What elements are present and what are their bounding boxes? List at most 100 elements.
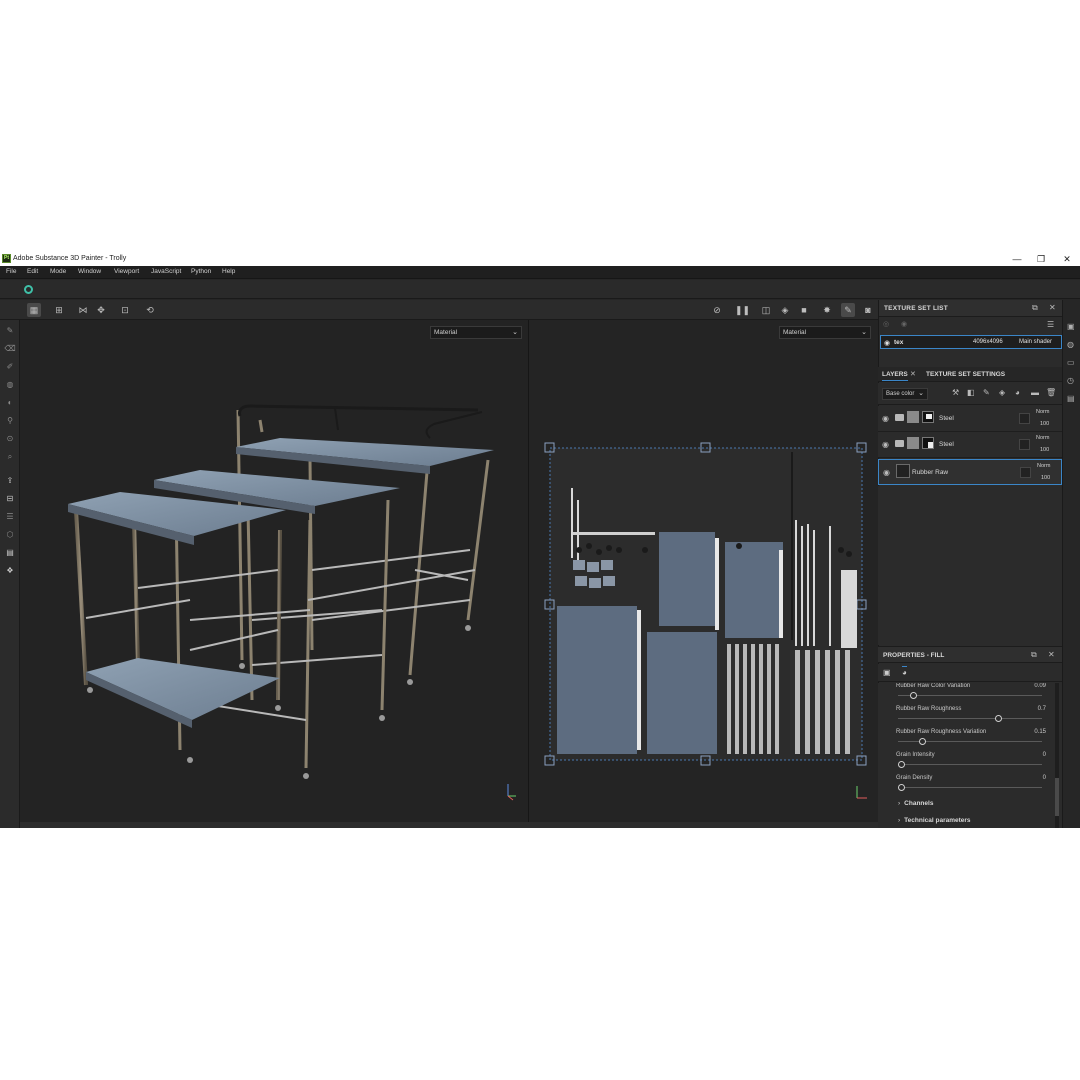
paint-brush-icon[interactable]: ✎ — [841, 303, 855, 317]
menu-edit[interactable]: Edit — [27, 268, 38, 275]
viewport-3d[interactable]: Material ⌄ — [20, 320, 528, 822]
cube-icon[interactable]: ◈ — [778, 303, 792, 317]
camera-icon[interactable]: ■ — [797, 303, 811, 317]
add-paint-layer-icon[interactable]: ✎ — [983, 388, 990, 397]
param-rubber-raw-roughness-variation[interactable]: Rubber Raw Roughness Variation 0.15 — [896, 729, 1046, 751]
param-grain-density[interactable]: Grain Density 0 — [896, 775, 1046, 797]
add-mask-icon[interactable]: ◧ — [967, 388, 975, 397]
layer-row-rubber-raw[interactable]: ◉ Rubber Raw Norm 100 — [878, 459, 1062, 485]
add-smart-material-icon[interactable]: ◕ — [1015, 388, 1020, 397]
slider-track[interactable] — [898, 695, 1042, 696]
add-folder-icon[interactable]: ▬ — [1031, 388, 1039, 397]
bake-icon[interactable]: ⇪ — [4, 475, 16, 487]
shelf-icon[interactable]: ❖ — [4, 565, 16, 577]
polygon-fill-icon[interactable]: ⬡ — [4, 529, 16, 541]
eye-icon[interactable]: ◉ — [883, 468, 890, 477]
eraser-tool-icon[interactable]: ⌫ — [4, 343, 16, 355]
screenshot-icon[interactable]: ◙ — [861, 303, 875, 317]
color-picker-icon[interactable]: ⌕ — [4, 451, 16, 463]
layer-mask-slot[interactable] — [1019, 439, 1030, 450]
picker-tool-icon[interactable]: ⊙ — [4, 433, 16, 445]
smudge-tool-icon[interactable]: ◐ — [4, 397, 16, 409]
globe-icon[interactable]: ◍ — [1067, 340, 1074, 349]
float-icon[interactable]: ⧉ — [1031, 650, 1037, 660]
menu-javascript[interactable]: JavaScript — [151, 268, 181, 275]
layer-row-steel-1[interactable]: ◉ Steel Norm 100 — [878, 406, 1062, 432]
layer-row-steel-2[interactable]: ◉ Steel Norm 100 — [878, 432, 1062, 458]
tab-texture-set-settings-label[interactable]: TEXTURE SET SETTINGS — [926, 371, 1005, 378]
hide-icon[interactable]: ◎ — [883, 320, 889, 328]
texture-set-shader[interactable]: Main shader — [1019, 339, 1052, 345]
history-icon[interactable]: ⟲ — [143, 303, 157, 317]
close-panel-icon[interactable]: ✕ — [1048, 650, 1055, 659]
close-button[interactable]: ✕ — [1056, 253, 1078, 265]
float-icon[interactable]: ⧉ — [1032, 303, 1038, 313]
layer-mask-slot[interactable] — [1019, 413, 1030, 424]
pause-icon[interactable]: ❚❚ — [735, 303, 750, 317]
slider-handle[interactable] — [898, 784, 905, 791]
eye-icon[interactable]: ◉ — [884, 339, 890, 347]
slider-handle[interactable] — [898, 761, 905, 768]
symmetry-icon[interactable]: ⋈ — [76, 303, 90, 317]
menu-file[interactable]: File — [6, 268, 16, 275]
frame-add-icon[interactable]: ⊡ — [118, 303, 132, 317]
menu-mode[interactable]: Mode — [50, 268, 66, 275]
param-rubber-raw-roughness[interactable]: Rubber Raw Roughness 0.7 — [896, 706, 1046, 728]
param-grain-intensity[interactable]: Grain Intensity 0 — [896, 752, 1046, 774]
grid-snap-icon[interactable]: ▦ — [27, 303, 41, 317]
close-tab-icon[interactable]: ✕ — [910, 370, 916, 378]
blend-mode[interactable]: Norm — [1037, 463, 1050, 469]
display-settings-icon[interactable]: ▣ — [1067, 322, 1075, 331]
blend-mode[interactable]: Norm — [1036, 409, 1049, 415]
blend-mode[interactable]: Norm — [1036, 435, 1049, 441]
slider-track[interactable] — [898, 787, 1042, 788]
layer-opacity[interactable]: 100 — [1040, 447, 1049, 453]
clone-tool-icon[interactable]: ⚲ — [4, 415, 16, 427]
layer-stack-icon[interactable]: ☰ — [4, 511, 16, 523]
view-mode-icon[interactable]: ◫ — [759, 303, 773, 317]
material-tab-icon[interactable]: ◕ — [902, 666, 907, 677]
shelf-icon[interactable]: ▭ — [1067, 358, 1075, 367]
viewport-2d[interactable]: Material ⌄ — [529, 320, 878, 822]
light-icon[interactable]: ✸ — [820, 303, 834, 317]
close-panel-icon[interactable]: ✕ — [1049, 303, 1056, 312]
minimize-button[interactable]: — — [1006, 253, 1028, 265]
menu-viewport[interactable]: Viewport — [114, 268, 139, 275]
paint-tool-icon[interactable]: ✎ — [4, 325, 16, 337]
delete-layer-icon[interactable]: 🗑 — [1046, 388, 1056, 397]
menu-help[interactable]: Help — [222, 268, 235, 275]
layer-opacity[interactable]: 100 — [1040, 421, 1049, 427]
slider-track[interactable] — [898, 718, 1042, 719]
sync-icon[interactable] — [24, 285, 33, 294]
tiling-icon[interactable]: ⊞ — [52, 303, 66, 317]
layer-mask-slot[interactable] — [1020, 467, 1031, 478]
param-rubber-raw-color-variation[interactable]: Rubber Raw Color Variation 0.09 — [896, 683, 1046, 705]
add-effect-icon[interactable]: ⚒ — [952, 388, 959, 397]
history-icon[interactable]: ◷ — [1067, 376, 1074, 385]
slider-handle[interactable] — [994, 715, 1002, 722]
properties-fill-tab-icon[interactable]: ▣ — [883, 668, 891, 677]
measure-icon[interactable]: ⊟ — [4, 493, 16, 505]
visibility-icon[interactable]: ◉ — [901, 320, 907, 328]
texture-set-row[interactable]: ◉ tex 4096x4096 Main shader — [880, 335, 1062, 349]
properties-scrollbar[interactable] — [1055, 683, 1059, 828]
mask-thumbnail[interactable] — [922, 437, 934, 449]
slider-track[interactable] — [898, 764, 1042, 765]
eye-icon[interactable]: ◉ — [882, 440, 889, 449]
log-icon[interactable]: ▤ — [1067, 394, 1075, 403]
maximize-button[interactable]: ❐ — [1030, 253, 1052, 265]
group-channels[interactable]: › Channels — [898, 800, 933, 807]
channel-dropdown[interactable]: Base color ⌄ — [882, 388, 928, 400]
add-fill-layer-icon[interactable]: ◈ — [999, 388, 1005, 397]
projection-tool-icon[interactable]: ✐ — [4, 361, 16, 373]
position-icon[interactable]: ✥ — [94, 303, 108, 317]
hide-icon[interactable]: ⊘ — [710, 303, 724, 317]
slider-handle[interactable] — [910, 692, 918, 699]
menu-window[interactable]: Window — [78, 268, 101, 275]
group-technical-parameters[interactable]: › Technical parameters — [898, 817, 971, 824]
layers-empty-area[interactable] — [878, 486, 1062, 645]
export-icon[interactable]: ▤ — [4, 547, 16, 559]
menu-python[interactable]: Python — [191, 268, 211, 275]
layer-opacity[interactable]: 100 — [1041, 475, 1050, 481]
slider-handle[interactable] — [918, 738, 926, 745]
